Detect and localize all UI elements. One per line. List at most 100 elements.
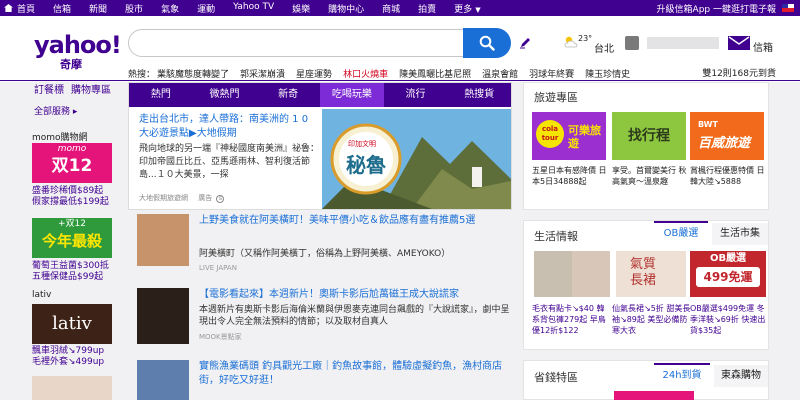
travel-caption[interactable]: 五星日本有感降價 日本5日34888起 [532, 165, 608, 187]
product-image[interactable] [534, 251, 572, 297]
trending-searches: 熱搜： 業駭魔態度轉變了 郭采潔崩潰 星座運勢 林口火燒車 陳美鳳曬比基尼照 溫… [128, 67, 641, 80]
travel-caption[interactable]: 享受。首爾變美行 秋高氣爽～溫泉趣 [612, 165, 688, 187]
tab-ob-select[interactable]: OB嚴選 [654, 221, 708, 243]
news-headline[interactable]: 【電影看起來】本週新片！奧斯卡影后尬萬磁王成大說謊家 [199, 288, 511, 302]
product-caption[interactable]: 仙氣長裙↘5折 甜美長袖↘89起 美型必備防寒大衣 [612, 303, 692, 336]
ob-banner-top: OB嚴選 [709, 253, 747, 264]
trending-item[interactable]: 郭采潔崩潰 [240, 67, 285, 80]
news-headline[interactable]: 上野美食就在阿美橫町！美味平價小吃＆飲品應有盡有推薦5選 [199, 214, 511, 228]
all-services-link[interactable]: 全部服務 ▸ [34, 104, 77, 117]
user-avatar-icon[interactable] [625, 36, 639, 50]
news-thumbnail[interactable] [137, 214, 189, 266]
news-thumbnail[interactable] [137, 288, 189, 344]
tab-life-market[interactable]: 生活市集 [712, 223, 768, 245]
ob-banner[interactable]: OB嚴選 499免運 [690, 251, 766, 297]
nav-link-more[interactable]: 更多 ▼ [445, 2, 489, 15]
trending-item-highlight[interactable]: 林口火燒車 [343, 67, 388, 80]
product-caption[interactable]: 毛衣有點卡↘$40 韓系背包褲279起 早鳥優12折$122 [532, 303, 612, 336]
feature-description: 飛向地球的另一端『神秘國度南美洲』祕魯：印加帝國丘比丘、亞馬遜雨林、智利復活節島… [139, 144, 320, 180]
tab-hot[interactable]: 熱門 [129, 83, 193, 107]
news-thumbnail[interactable] [137, 360, 189, 400]
news-headline[interactable]: 實熊漁業碼頭 釣具觀光工廠｜釣魚故事館，體驗虛擬釣魚，漁村商店街，好吃又好逛！ [199, 360, 511, 388]
tab-fashion[interactable]: 流行 [384, 83, 448, 107]
life-info-title[interactable]: 生活情報 [534, 228, 578, 244]
health-banner[interactable]: +双12 今年最殺 [32, 218, 112, 258]
ad-info-icon[interactable]: s [216, 195, 225, 203]
news-source[interactable]: LIVE JAPAN [199, 264, 237, 272]
top-nav-links: 首頁 信箱 新聞 股市 氣象 運動 Yahoo TV 娛樂 購物中心 商城 拍賣… [13, 2, 490, 15]
news-source[interactable]: MOOK景點家 [199, 332, 242, 342]
travel-caption[interactable]: 賞楓行程優惠特價 日韓大陸↘5888 [690, 165, 766, 187]
trending-item[interactable]: 陳玉珍情史 [585, 67, 630, 80]
yahoo-logo-sub[interactable]: 奇摩 [60, 56, 82, 72]
nav-link-mail[interactable]: 信箱 [44, 2, 80, 15]
savings-banner[interactable] [614, 391, 694, 400]
taiwan-flag-icon[interactable] [782, 4, 794, 12]
nav-link-auction[interactable]: 拍賣 [409, 2, 445, 15]
mail-label[interactable]: 信箱 [753, 39, 773, 54]
promo-link[interactable]: 雙12則168元到貨 [702, 66, 776, 79]
health-caption[interactable]: 葡萄王益菌$300抵 五種保健品$99起 [32, 261, 114, 283]
savings-title[interactable]: 省錢特區 [534, 369, 578, 385]
tab-trending[interactable]: 微熱門 [193, 83, 257, 107]
pen-icon[interactable] [519, 36, 532, 49]
feature-tabs: 熱門 微熱門 新奇 吃喝玩樂 流行 熱搜貨 [129, 83, 511, 107]
trending-item[interactable]: 羽球年終賽 [529, 67, 574, 80]
tab-eastern-shopping[interactable]: 東森購物 [714, 365, 768, 387]
bwt-brand: BWT [698, 120, 718, 129]
home-icon[interactable] [4, 4, 13, 12]
trending-item[interactable]: 陳美鳳曬比基尼照 [399, 67, 471, 80]
nav-link-mall[interactable]: 商城 [373, 2, 409, 15]
yahoo-logo[interactable]: yahoo! [34, 33, 122, 57]
news-description: 阿美橫町（又稱作阿美橫丁，俗稱為上野阿美橫、AMEYOKO） [199, 249, 451, 259]
menu-link-shopping[interactable]: 購物專區 [71, 81, 111, 96]
nav-link-stock[interactable]: 股市 [116, 2, 152, 15]
travel-tile-colatour[interactable]: cola tour 可樂旅遊 [532, 112, 606, 160]
long-skirt-text: 氣質長裙 [630, 257, 657, 288]
trending-item[interactable]: 業駭魔態度轉變了 [157, 67, 229, 80]
header-divider [0, 80, 800, 81]
tab-novelty[interactable]: 新奇 [256, 83, 320, 107]
momo-caption[interactable]: 盛番珍稀價$89起 假家撐最低$199起 [32, 186, 114, 208]
left-bottom-banner[interactable] [32, 376, 112, 400]
app-upgrade-link[interactable]: 升級信箱App 一鍵逛打電子報 [657, 2, 776, 15]
user-name-placeholder[interactable] [647, 37, 719, 49]
news-item: 【電影看起來】本週新片！奧斯卡影后尬萬磁王成大說謊家 本週新片有奧斯卡影后海倫米… [137, 288, 512, 350]
nav-link-yahoo-tv[interactable]: Yahoo TV [224, 2, 283, 15]
nav-link-news[interactable]: 新聞 [80, 2, 116, 15]
top-nav-right: 升級信箱App 一鍵逛打電子報 [657, 0, 794, 16]
nav-link-sports[interactable]: 運動 [188, 2, 224, 15]
lativ-label[interactable]: lativ [32, 290, 51, 300]
travel-tile-find-trip[interactable]: 找行程 [612, 112, 686, 160]
tab-24h-delivery[interactable]: 24h到貨 [654, 363, 710, 385]
lativ-banner-text: lativ [52, 313, 92, 334]
tab-food-travel[interactable]: 吃喝玩樂 [320, 83, 384, 107]
lativ-banner[interactable]: lativ [32, 304, 112, 344]
mail-icon[interactable] [728, 36, 750, 50]
search-input[interactable] [128, 29, 468, 57]
travel-tile-bwt[interactable]: BWT 百威旅遊 [690, 112, 764, 160]
peru-image-small-text: 印加文明 [348, 140, 376, 148]
lativ-caption[interactable]: 飄車羽絨↘799up 毛裡外套↘499up [32, 346, 114, 368]
peru-promo-image[interactable]: 印加文明 秘魯 [322, 109, 511, 209]
long-skirt-banner[interactable]: 氣質長裙 [616, 251, 686, 297]
trending-item[interactable]: 星座運勢 [296, 67, 332, 80]
nav-link-entertainment[interactable]: 娛樂 [283, 2, 319, 15]
menu-link-order[interactable]: 訂餐標 [34, 81, 64, 96]
product-image[interactable] [572, 251, 610, 297]
tab-hot-products[interactable]: 熱搜貨 [447, 83, 511, 107]
nav-link-home[interactable]: 首頁 [13, 2, 44, 15]
travel-section-title[interactable]: 旅遊專區 [534, 89, 578, 105]
momo-label[interactable]: momo購物網 [32, 130, 88, 143]
search-button[interactable] [463, 28, 511, 58]
feature-headline[interactable]: 走出台北市，達人帶路：南美洲的 1 0 大必遊景點▶大地假期 [139, 113, 319, 141]
weather-city[interactable]: 台北 [594, 40, 614, 55]
trending-item[interactable]: 溫泉會館 [482, 67, 518, 80]
travel-section: 旅遊專區 cola tour 可樂旅遊 找行程 BWT 百威旅遊 五星日本有感降… [523, 82, 769, 210]
nav-link-shopping[interactable]: 購物中心 [319, 2, 373, 15]
product-caption[interactable]: OB嚴選$499免運 冬季洋裝↘69折 快速出貨$35起 [690, 303, 770, 336]
ad-source[interactable]: 大地假期旅遊網 [139, 194, 188, 202]
news-item: 實熊漁業碼頭 釣具觀光工廠｜釣魚故事館，體驗虛擬釣魚，漁村商店街，好吃又好逛！ [137, 360, 512, 400]
nav-link-weather[interactable]: 氣象 [152, 2, 188, 15]
momo-banner[interactable]: momo 双12 [32, 143, 112, 183]
